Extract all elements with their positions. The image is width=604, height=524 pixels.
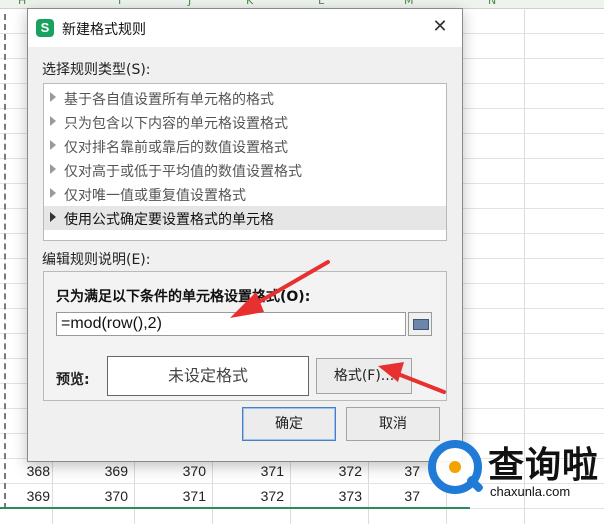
cell[interactable]: 372 [312, 463, 362, 479]
rule-type-item[interactable]: 仅对唯一值或重复值设置格式 [44, 182, 446, 206]
wps-s-icon: S [36, 19, 54, 37]
col-header[interactable]: N [488, 0, 496, 7]
rule-type-label: 基于各自值设置所有单元格的格式 [64, 92, 274, 108]
format-preview: 未设定格式 [107, 356, 309, 396]
chaxunla-logo: 查询啦 chaxunla.com [424, 430, 600, 520]
rule-type-item-selected[interactable]: 使用公式确定要设置格式的单元格 [44, 206, 446, 230]
col-header[interactable]: J [188, 0, 191, 7]
triangle-right-icon [50, 116, 56, 126]
ok-button[interactable]: 确定 [242, 407, 336, 441]
dialog-title: 新建格式规则 [62, 22, 146, 38]
rule-type-label: 仅对唯一值或重复值设置格式 [64, 188, 246, 204]
formula-input[interactable] [56, 312, 406, 336]
col-header[interactable]: K [246, 0, 253, 7]
copy-marquee-border [4, 14, 7, 509]
rule-type-label: 只为包含以下内容的单元格设置格式 [64, 116, 288, 132]
cell[interactable]: 369 [78, 463, 128, 479]
cell[interactable]: 370 [78, 488, 128, 504]
logo-text: 查询啦 [488, 445, 600, 486]
cell[interactable]: 37 [370, 488, 420, 504]
cell[interactable]: 373 [312, 488, 362, 504]
rule-type-label: 仅对排名靠前或靠后的数值设置格式 [64, 140, 288, 156]
cell[interactable]: 370 [156, 463, 206, 479]
col-header[interactable]: I [118, 0, 121, 7]
select-rule-type-label: 选择规则类型(S): [42, 62, 151, 78]
rule-type-item[interactable]: 只为包含以下内容的单元格设置格式 [44, 110, 446, 134]
rule-type-label: 仅对高于或低于平均值的数值设置格式 [64, 164, 302, 180]
triangle-right-icon [50, 140, 56, 150]
triangle-right-icon [50, 212, 56, 222]
close-button[interactable]: ✕ [428, 15, 452, 39]
cell[interactable]: 369 [0, 488, 50, 504]
col-header[interactable]: L [318, 0, 324, 7]
col-header[interactable]: H [18, 0, 26, 7]
dialog-titlebar[interactable]: S 新建格式规则 ✕ [28, 9, 462, 47]
triangle-right-icon [50, 164, 56, 174]
range-picker-button[interactable] [408, 312, 432, 336]
col-header[interactable]: M [404, 0, 414, 7]
rule-description-panel: 只为满足以下条件的单元格设置格式(O): 预览: 未设定格式 格式(F)... [43, 271, 447, 401]
logo-url: chaxunla.com [490, 484, 571, 499]
new-format-rule-dialog: S 新建格式规则 ✕ 选择规则类型(S): 基于各自值设置所有单元格的格式 只为… [27, 8, 463, 462]
close-icon: ✕ [432, 16, 448, 37]
cell[interactable]: 371 [156, 488, 206, 504]
cell[interactable]: 372 [234, 488, 284, 504]
rule-type-item[interactable]: 基于各自值设置所有单元格的格式 [44, 86, 446, 110]
collapse-dialog-icon [413, 319, 429, 330]
rule-type-item[interactable]: 仅对高于或低于平均值的数值设置格式 [44, 158, 446, 182]
rule-type-list[interactable]: 基于各自值设置所有单元格的格式 只为包含以下内容的单元格设置格式 仅对排名靠前或… [43, 83, 447, 241]
preview-label: 预览: [56, 372, 90, 388]
condition-label: 只为满足以下条件的单元格设置格式(O): [56, 289, 311, 305]
rule-type-label: 使用公式确定要设置格式的单元格 [64, 212, 274, 228]
cell[interactable]: 371 [234, 463, 284, 479]
format-button[interactable]: 格式(F)... [316, 358, 412, 394]
cell[interactable]: 37 [370, 463, 420, 479]
cell[interactable]: 368 [0, 463, 50, 479]
rule-type-item[interactable]: 仅对排名靠前或靠后的数值设置格式 [44, 134, 446, 158]
edit-rule-description-label: 编辑规则说明(E): [42, 252, 151, 268]
triangle-right-icon [50, 188, 56, 198]
selection-bottom-border [0, 507, 470, 509]
triangle-right-icon [50, 92, 56, 102]
